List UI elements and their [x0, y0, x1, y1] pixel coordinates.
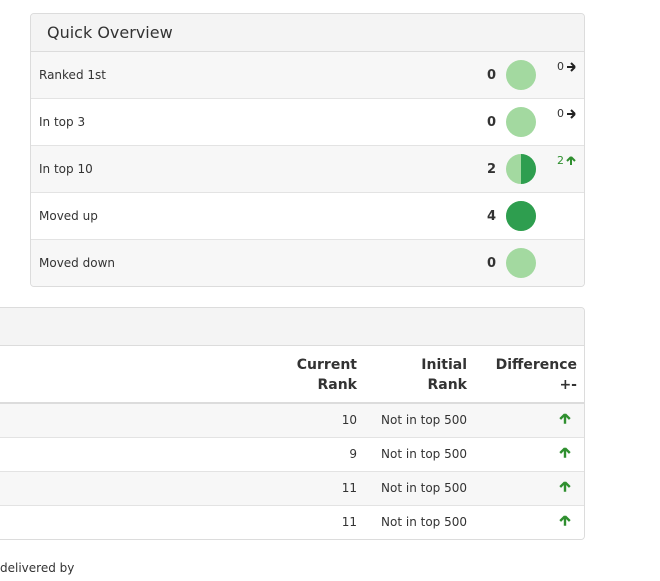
initial-rank-cell: Not in top 500 — [381, 481, 467, 495]
difference-cell — [557, 447, 571, 462]
column-header-initial-rank-line1: Initial — [421, 357, 467, 373]
rankings-panel: Current Rank Initial Rank Difference +- … — [0, 307, 585, 540]
overview-pie-indicator — [506, 154, 536, 184]
overview-row-value: 0 — [486, 67, 496, 83]
current-rank-cell: 11 — [341, 515, 357, 529]
arrow-up-icon — [566, 155, 576, 165]
overview-row: Moved up 4 — [31, 193, 584, 240]
column-header-initial-rank[interactable]: Initial Rank — [387, 355, 467, 395]
pie-fill — [506, 201, 536, 231]
column-header-current-rank[interactable]: Current Rank — [277, 355, 357, 395]
quick-overview-rows: Ranked 1st 0 0 In top 3 0 0 In top 10 2 2 Moved u… — [31, 52, 584, 286]
column-header-current-rank-line2: Rank — [317, 377, 357, 393]
overview-change-indicator: 2 — [557, 154, 576, 167]
overview-row-value: 0 — [486, 255, 496, 271]
overview-row-label: In top 3 — [39, 115, 86, 129]
difference-cell — [557, 413, 571, 428]
initial-rank-cell: Not in top 500 — [381, 515, 467, 529]
overview-row-value: 2 — [486, 161, 496, 177]
table-row: 10 Not in top 500 — [0, 404, 584, 438]
current-rank-cell: 10 — [341, 413, 357, 427]
overview-pie-indicator — [506, 107, 536, 137]
arrow-up-icon — [559, 481, 571, 492]
quick-overview-panel: Quick Overview Ranked 1st 0 0 In top 3 0 0 In … — [30, 13, 585, 287]
overview-change-indicator: 0 — [557, 107, 576, 120]
overview-change-value: 0 — [557, 107, 564, 120]
overview-change-indicator: 0 — [557, 60, 576, 73]
overview-row: Moved down 0 — [31, 240, 584, 286]
pie-fill — [521, 154, 536, 184]
overview-pie-indicator — [506, 60, 536, 90]
quick-overview-header: Quick Overview — [31, 14, 584, 52]
overview-pie-indicator — [506, 248, 536, 278]
overview-row-label: In top 10 — [39, 162, 93, 176]
overview-row-value: 0 — [486, 114, 496, 130]
difference-cell — [557, 515, 571, 530]
pie-background — [506, 60, 536, 90]
overview-row: Ranked 1st 0 0 — [31, 52, 584, 99]
difference-cell — [557, 481, 571, 496]
rankings-table-body: 10 Not in top 500 9 Not in top 500 11 Not in … — [0, 404, 584, 539]
footer-delivered-by: delivered by — [0, 561, 75, 575]
overview-row-label: Ranked 1st — [39, 68, 106, 82]
initial-rank-cell: Not in top 500 — [381, 413, 467, 427]
column-header-difference-line2: +- — [559, 377, 577, 393]
quick-overview-title: Quick Overview — [47, 23, 173, 42]
rankings-header — [0, 308, 584, 346]
arrow-right-icon — [567, 108, 576, 119]
arrow-up-icon — [559, 515, 571, 526]
pie-background — [506, 107, 536, 137]
pie-background — [506, 248, 536, 278]
overview-change-value: 2 — [557, 154, 564, 167]
overview-row: In top 3 0 0 — [31, 99, 584, 146]
overview-row-label: Moved down — [39, 256, 115, 270]
initial-rank-cell: Not in top 500 — [381, 447, 467, 461]
rankings-table-head: Current Rank Initial Rank Difference +- — [0, 346, 584, 404]
arrow-up-icon — [559, 447, 571, 458]
overview-change-value: 0 — [557, 60, 564, 73]
current-rank-cell: 11 — [341, 481, 357, 495]
overview-pie-indicator — [506, 201, 536, 231]
arrow-right-icon — [567, 61, 576, 72]
table-row: 9 Not in top 500 — [0, 438, 584, 472]
column-header-initial-rank-line2: Rank — [427, 377, 467, 393]
column-header-current-rank-line1: Current — [296, 357, 357, 373]
overview-row: In top 10 2 2 — [31, 146, 584, 193]
overview-row-label: Moved up — [39, 209, 98, 223]
table-row: 11 Not in top 500 — [0, 506, 584, 539]
arrow-up-icon — [559, 413, 571, 424]
column-header-difference[interactable]: Difference +- — [477, 355, 577, 395]
current-rank-cell: 9 — [349, 447, 357, 461]
column-header-difference-line1: Difference — [495, 357, 577, 373]
overview-row-value: 4 — [486, 208, 496, 224]
table-row: 11 Not in top 500 — [0, 472, 584, 506]
